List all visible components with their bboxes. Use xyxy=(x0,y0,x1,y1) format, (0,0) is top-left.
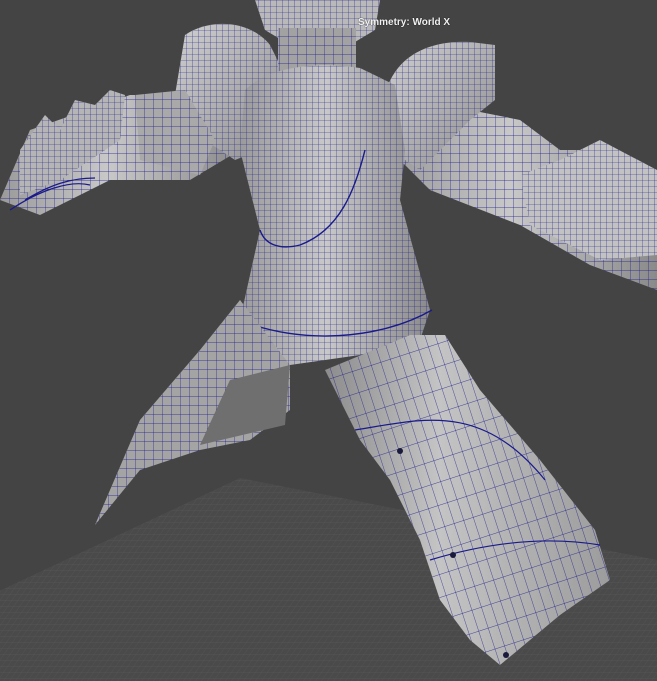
symmetry-status-label: Symmetry: World X xyxy=(358,17,451,28)
maya-viewport[interactable]: Symmetry: World X xyxy=(0,0,657,681)
viewport-scene[interactable] xyxy=(0,0,657,681)
